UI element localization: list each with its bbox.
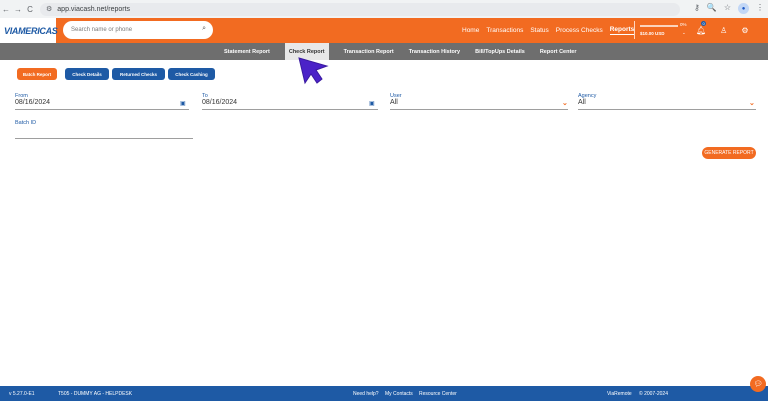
from-date-field[interactable]: 08/16/2024 [15,99,50,106]
batch-id-underline [15,138,193,139]
app-header: VIAMERICAS Search name or phone ⌕ Home T… [0,18,768,43]
batch-report-button[interactable]: Batch Report [17,68,57,80]
chevron-down-icon[interactable]: ⌄ [749,99,755,107]
search-input[interactable]: Search name or phone ⌕ [63,21,213,39]
chevron-down-icon[interactable]: ⌄ [562,99,568,107]
copyright-text: © 2007-2024 [639,391,668,397]
browser-toolbar: ← → C ⚙ app.viacash.net/reports ⚷ 🔍 ☆ ● … [0,0,768,18]
version-text: v 5.27.0-E1 [9,391,35,397]
user-select[interactable]: All [390,99,398,106]
url-text: app.viacash.net/reports [57,5,131,13]
to-underline [202,109,378,110]
tab-transaction-report[interactable]: Transaction Report [344,49,394,55]
gear-icon[interactable]: ⚙ [741,26,748,35]
star-icon[interactable]: ☆ [724,3,731,14]
calendar-icon[interactable]: ▣ [180,100,186,107]
chat-icon[interactable]: 💬︎ [750,376,766,392]
back-icon[interactable]: ← [0,5,12,14]
report-subnav: Statement Report Check Report Transactio… [0,43,768,60]
check-details-button[interactable]: Check Details [65,68,109,80]
resource-center-link[interactable]: Resource Center [419,391,457,397]
from-underline [15,109,189,110]
notification-badge: 0 [701,21,707,26]
site-info-icon[interactable]: ⚙ [46,5,52,13]
profile-icon[interactable]: ● [738,3,749,14]
zoom-icon[interactable]: 🔍 [707,3,717,14]
viaremote-link[interactable]: ViaRemote [607,391,632,397]
reload-icon[interactable]: C [24,5,36,14]
top-nav: Home Transactions Status Process Checks … [462,18,635,43]
tab-statement-report[interactable]: Statement Report [224,49,270,55]
address-bar[interactable]: ⚙ app.viacash.net/reports [40,2,680,16]
nav-status[interactable]: Status [530,27,548,34]
need-help-link[interactable]: Need help? [353,391,379,397]
balance-percent: 0% [680,22,687,27]
logo-text: VIAMERICAS [4,25,58,36]
forward-icon[interactable]: → [12,5,24,14]
chevron-down-icon[interactable]: ⌄ [682,30,686,36]
agency-underline [578,109,756,110]
calendar-icon[interactable]: ▣ [369,100,375,107]
returned-checks-button[interactable]: Returned Checks [112,68,165,80]
to-date-field[interactable]: 08/16/2024 [202,99,237,106]
balance-progress [640,25,678,27]
tab-report-center[interactable]: Report Center [540,49,577,55]
user-underline [390,109,568,110]
nav-transactions[interactable]: Transactions [486,27,523,34]
user-icon[interactable]: ♙ [720,26,727,35]
search-placeholder: Search name or phone [71,27,133,33]
balance-amount: $10.00 USD [640,31,665,36]
tab-bill-topups-details[interactable]: Bill/TopUps Details [475,49,525,55]
generate-report-button[interactable]: GENERATE REPORT [702,147,756,159]
bell-icon[interactable]: 🔔︎ 0 [696,21,707,35]
check-cashing-button[interactable]: Check Cashing [168,68,215,80]
search-icon[interactable]: ⌕ [202,25,206,33]
footer: v 5.27.0-E1 T505 - DUMMY AG - HELPDESK N… [0,386,768,401]
agency-text: T505 - DUMMY AG - HELPDESK [58,391,133,397]
logo[interactable]: VIAMERICAS [0,18,58,43]
tab-transaction-history[interactable]: Transaction History [409,49,460,55]
browser-menu-icon[interactable]: ⋮ [756,3,764,14]
agency-select[interactable]: All [578,99,586,106]
my-contacts-link[interactable]: My Contacts [385,391,413,397]
batch-id-label: Batch ID [15,120,37,126]
nav-process-checks[interactable]: Process Checks [556,27,603,34]
key-icon[interactable]: ⚷ [694,3,700,14]
nav-reports[interactable]: Reports [609,26,635,35]
nav-home[interactable]: Home [462,27,479,34]
pointer-cursor-icon [298,57,329,85]
batch-id-input[interactable] [15,127,193,137]
balance-widget[interactable]: 0% $10.00 USD ⌄ [634,21,688,39]
